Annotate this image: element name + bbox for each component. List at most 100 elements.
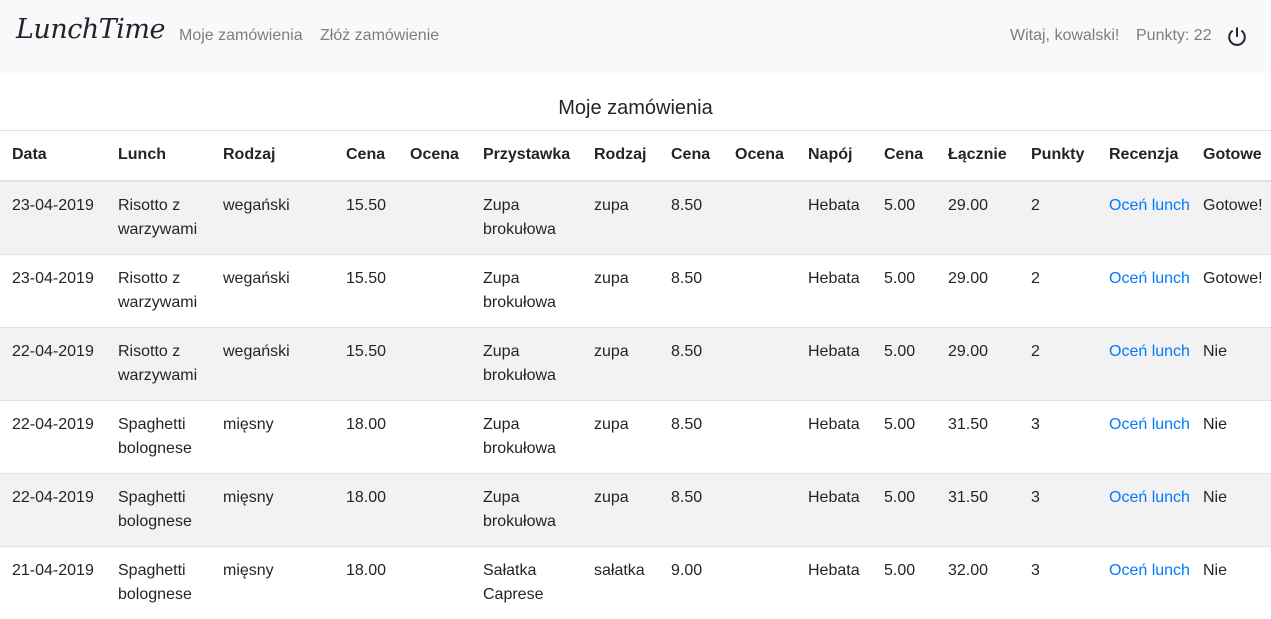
cell-starter-price: 8.50 bbox=[659, 472, 723, 546]
cell-date: 22-04-2019 bbox=[0, 472, 106, 546]
rate-lunch-link[interactable]: Oceń lunch bbox=[1109, 489, 1190, 506]
cell-starter-type: zupa bbox=[582, 472, 659, 546]
cell-ready: Gotowe! bbox=[1191, 253, 1271, 327]
cell-drink: Hebata bbox=[796, 472, 872, 546]
cell-ready: Gotowe! bbox=[1191, 180, 1271, 254]
table-row: 21-04-2019 Spaghetti bolognese mięsny 18… bbox=[0, 545, 1271, 619]
cell-lunch-type: mięsny bbox=[211, 399, 334, 473]
cell-lunch-rating bbox=[398, 399, 471, 473]
cell-ready: Nie bbox=[1191, 399, 1271, 473]
navbar: LunchTime Moje zamówienia Złóż zamówieni… bbox=[0, 0, 1271, 73]
cell-lunch-price: 15.50 bbox=[334, 326, 398, 400]
rate-lunch-link[interactable]: Oceń lunch bbox=[1109, 197, 1190, 214]
cell-starter-price: 9.00 bbox=[659, 545, 723, 619]
table-row: 23-04-2019 Risotto z warzywami wegański … bbox=[0, 253, 1271, 327]
cell-lunch-rating bbox=[398, 326, 471, 400]
cell-starter-type: sałatka bbox=[582, 545, 659, 619]
table-row: 22-04-2019 Spaghetti bolognese mięsny 18… bbox=[0, 472, 1271, 546]
cell-lunch-type: mięsny bbox=[211, 472, 334, 546]
cell-date: 23-04-2019 bbox=[0, 253, 106, 327]
cell-points: 3 bbox=[1019, 545, 1097, 619]
cell-lunch-price: 15.50 bbox=[334, 253, 398, 327]
header-date: Data bbox=[0, 130, 106, 182]
nav-my-orders[interactable]: Moje zamówienia bbox=[179, 27, 303, 45]
cell-lunch-rating bbox=[398, 253, 471, 327]
cell-drink-price: 5.00 bbox=[872, 399, 936, 473]
cell-total: 29.00 bbox=[936, 326, 1019, 400]
header-total: Łącznie bbox=[936, 130, 1019, 182]
cell-lunch-rating bbox=[398, 545, 471, 619]
header-lunch-type: Rodzaj bbox=[211, 130, 334, 182]
cell-ready: Nie bbox=[1191, 472, 1271, 546]
cell-points: 3 bbox=[1019, 472, 1097, 546]
table-header-row: Data Lunch Rodzaj Cena Ocena Przystawka … bbox=[0, 130, 1271, 182]
header-starter-type: Rodzaj bbox=[582, 130, 659, 182]
cell-drink: Hebata bbox=[796, 326, 872, 400]
cell-total: 32.00 bbox=[936, 545, 1019, 619]
cell-starter-rating bbox=[723, 180, 796, 254]
power-icon[interactable] bbox=[1226, 26, 1248, 48]
cell-starter-price: 8.50 bbox=[659, 253, 723, 327]
cell-starter-rating bbox=[723, 399, 796, 473]
header-ready: Gotowe bbox=[1191, 130, 1271, 182]
cell-points: 2 bbox=[1019, 253, 1097, 327]
cell-lunch-price: 18.00 bbox=[334, 472, 398, 546]
cell-lunch-rating bbox=[398, 180, 471, 254]
table-row: 22-04-2019 Spaghetti bolognese mięsny 18… bbox=[0, 399, 1271, 473]
cell-ready: Nie bbox=[1191, 545, 1271, 619]
cell-starter: Sałatka Caprese bbox=[471, 545, 582, 619]
cell-drink: Hebata bbox=[796, 253, 872, 327]
cell-date: 23-04-2019 bbox=[0, 180, 106, 254]
cell-starter-type: zupa bbox=[582, 253, 659, 327]
points-counter: Punkty: 22 bbox=[1136, 27, 1212, 44]
cell-starter-type: zupa bbox=[582, 326, 659, 400]
table-row: 22-04-2019 Risotto z warzywami wegański … bbox=[0, 326, 1271, 400]
cell-lunch: Risotto z warzywami bbox=[106, 326, 211, 400]
cell-drink: Hebata bbox=[796, 399, 872, 473]
header-lunch-price: Cena bbox=[334, 130, 398, 182]
cell-drink-price: 5.00 bbox=[872, 326, 936, 400]
cell-starter: Zupa brokułowa bbox=[471, 472, 582, 546]
header-points: Punkty bbox=[1019, 130, 1097, 182]
cell-date: 21-04-2019 bbox=[0, 545, 106, 619]
header-review: Recenzja bbox=[1097, 130, 1191, 182]
header-lunch-rating: Ocena bbox=[398, 130, 471, 182]
cell-lunch-type: wegański bbox=[211, 253, 334, 327]
cell-points: 2 bbox=[1019, 326, 1097, 400]
cell-starter-price: 8.50 bbox=[659, 326, 723, 400]
cell-drink: Hebata bbox=[796, 180, 872, 254]
rate-lunch-link[interactable]: Oceń lunch bbox=[1109, 562, 1190, 579]
cell-lunch: Risotto z warzywami bbox=[106, 253, 211, 327]
cell-ready: Nie bbox=[1191, 326, 1271, 400]
table-row: 23-04-2019 Risotto z warzywami wegański … bbox=[0, 180, 1271, 254]
orders-table: Data Lunch Rodzaj Cena Ocena Przystawka … bbox=[0, 130, 1271, 619]
rate-lunch-link[interactable]: Oceń lunch bbox=[1109, 416, 1190, 433]
header-drink: Napój bbox=[796, 130, 872, 182]
rate-lunch-link[interactable]: Oceń lunch bbox=[1109, 343, 1190, 360]
cell-starter-price: 8.50 bbox=[659, 399, 723, 473]
cell-starter: Zupa brokułowa bbox=[471, 399, 582, 473]
cell-starter-rating bbox=[723, 472, 796, 546]
cell-drink-price: 5.00 bbox=[872, 472, 936, 546]
cell-starter-rating bbox=[723, 545, 796, 619]
header-starter: Przystawka bbox=[471, 130, 582, 182]
cell-starter-price: 8.50 bbox=[659, 180, 723, 254]
brand-logo[interactable]: LunchTime bbox=[16, 14, 165, 45]
cell-lunch-price: 18.00 bbox=[334, 399, 398, 473]
rate-lunch-link[interactable]: Oceń lunch bbox=[1109, 270, 1190, 287]
header-drink-price: Cena bbox=[872, 130, 936, 182]
header-starter-price: Cena bbox=[659, 130, 723, 182]
nav-place-order[interactable]: Złóż zamówienie bbox=[320, 27, 439, 45]
cell-lunch: Spaghetti bolognese bbox=[106, 399, 211, 473]
cell-starter: Zupa brokułowa bbox=[471, 180, 582, 254]
cell-lunch: Spaghetti bolognese bbox=[106, 472, 211, 546]
cell-points: 3 bbox=[1019, 399, 1097, 473]
cell-lunch-type: wegański bbox=[211, 180, 334, 254]
cell-lunch-price: 15.50 bbox=[334, 180, 398, 254]
cell-total: 29.00 bbox=[936, 253, 1019, 327]
cell-starter-rating bbox=[723, 253, 796, 327]
cell-lunch-type: mięsny bbox=[211, 545, 334, 619]
cell-lunch: Spaghetti bolognese bbox=[106, 545, 211, 619]
cell-points: 2 bbox=[1019, 180, 1097, 254]
cell-starter-type: zupa bbox=[582, 399, 659, 473]
